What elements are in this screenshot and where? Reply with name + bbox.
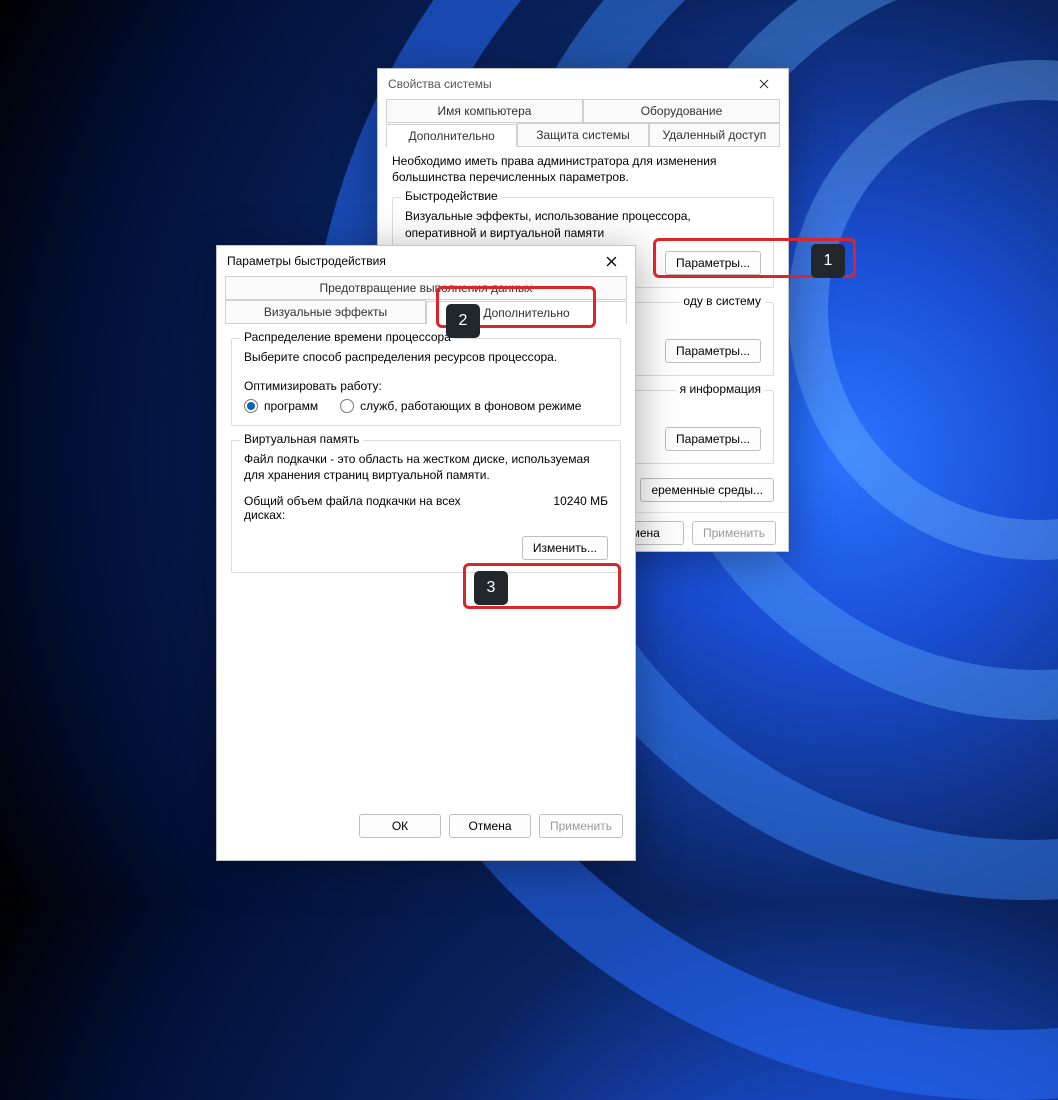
vmem-total-value: 10240 МБ <box>553 494 608 508</box>
tab-dep[interactable]: Предотвращение выполнения данных <box>225 276 627 299</box>
group-cpu-scheduling: Распределение времени процессора Выберит… <box>231 338 621 426</box>
performance-titlebar: Параметры быстродействия <box>217 246 635 276</box>
performance-options-dialog: Параметры быстродействия Предотвращение … <box>216 245 636 861</box>
radio-programs-label: программ <box>264 399 318 413</box>
sys-apply-button[interactable]: Применить <box>692 521 776 545</box>
group-performance-desc: Визуальные эффекты, использование процес… <box>405 208 761 240</box>
performance-settings-button[interactable]: Параметры... <box>665 251 761 275</box>
user-profiles-settings-button[interactable]: Параметры... <box>665 339 761 363</box>
tab-system-protection[interactable]: Защита системы <box>517 123 648 146</box>
tab-row-lower: Дополнительно Защита системы Удаленный д… <box>386 123 780 147</box>
dialog-title: Параметры быстродействия <box>227 254 386 268</box>
radio-services[interactable]: служб, работающих в фоновом режиме <box>340 399 581 413</box>
group-startup-title: я информация <box>676 382 765 396</box>
group-vmem-desc: Файл подкачки - это область на жестком д… <box>244 451 608 483</box>
radio-services-label: служб, работающих в фоновом режиме <box>360 399 581 413</box>
env-vars-button[interactable]: еременные среды... <box>640 478 774 502</box>
annotation-1-number: 1 <box>811 244 845 278</box>
tab-row-upper: Имя компьютера Оборудование <box>386 99 780 123</box>
tab-remote[interactable]: Удаленный доступ <box>649 123 780 146</box>
group-vmem-title: Виртуальная память <box>240 432 363 446</box>
group-cpu-title: Распределение времени процессора <box>240 330 455 344</box>
perf-apply-button[interactable]: Применить <box>539 814 623 838</box>
vmem-total-label: Общий объем файла подкачки на всех диска… <box>244 494 474 522</box>
perf-ok-button[interactable]: ОК <box>359 814 441 838</box>
perf-cancel-button[interactable]: Отмена <box>449 814 531 838</box>
optimize-label: Оптимизировать работу: <box>244 379 608 393</box>
perf-tab-row-upper: Предотвращение выполнения данных <box>225 276 627 300</box>
group-user-profiles-title: оду в систему <box>679 294 765 308</box>
tab-advanced[interactable]: Дополнительно <box>386 124 517 147</box>
group-performance-title: Быстродействие <box>401 189 502 203</box>
startup-settings-button[interactable]: Параметры... <box>665 427 761 451</box>
system-properties-titlebar: Свойства системы <box>378 69 788 99</box>
close-icon[interactable] <box>597 251 625 271</box>
perf-tab-row-lower: Визуальные эффекты Дополнительно <box>225 300 627 324</box>
tab-computer-name[interactable]: Имя компьютера <box>386 99 583 122</box>
group-cpu-desc: Выберите способ распределения ресурсов п… <box>244 349 608 365</box>
radio-programs[interactable]: программ <box>244 399 318 413</box>
close-icon[interactable] <box>750 74 778 94</box>
vmem-change-button[interactable]: Изменить... <box>522 536 608 560</box>
tab-hardware[interactable]: Оборудование <box>583 99 780 122</box>
group-virtual-memory: Виртуальная память Файл подкачки - это о… <box>231 440 621 572</box>
dialog-title: Свойства системы <box>388 77 492 91</box>
admin-note: Необходимо иметь права администратора дл… <box>392 153 774 185</box>
tab-visual-effects[interactable]: Визуальные эффекты <box>225 300 426 323</box>
radio-icon <box>244 399 258 413</box>
radio-icon <box>340 399 354 413</box>
tab-perf-advanced[interactable]: Дополнительно <box>426 301 627 324</box>
